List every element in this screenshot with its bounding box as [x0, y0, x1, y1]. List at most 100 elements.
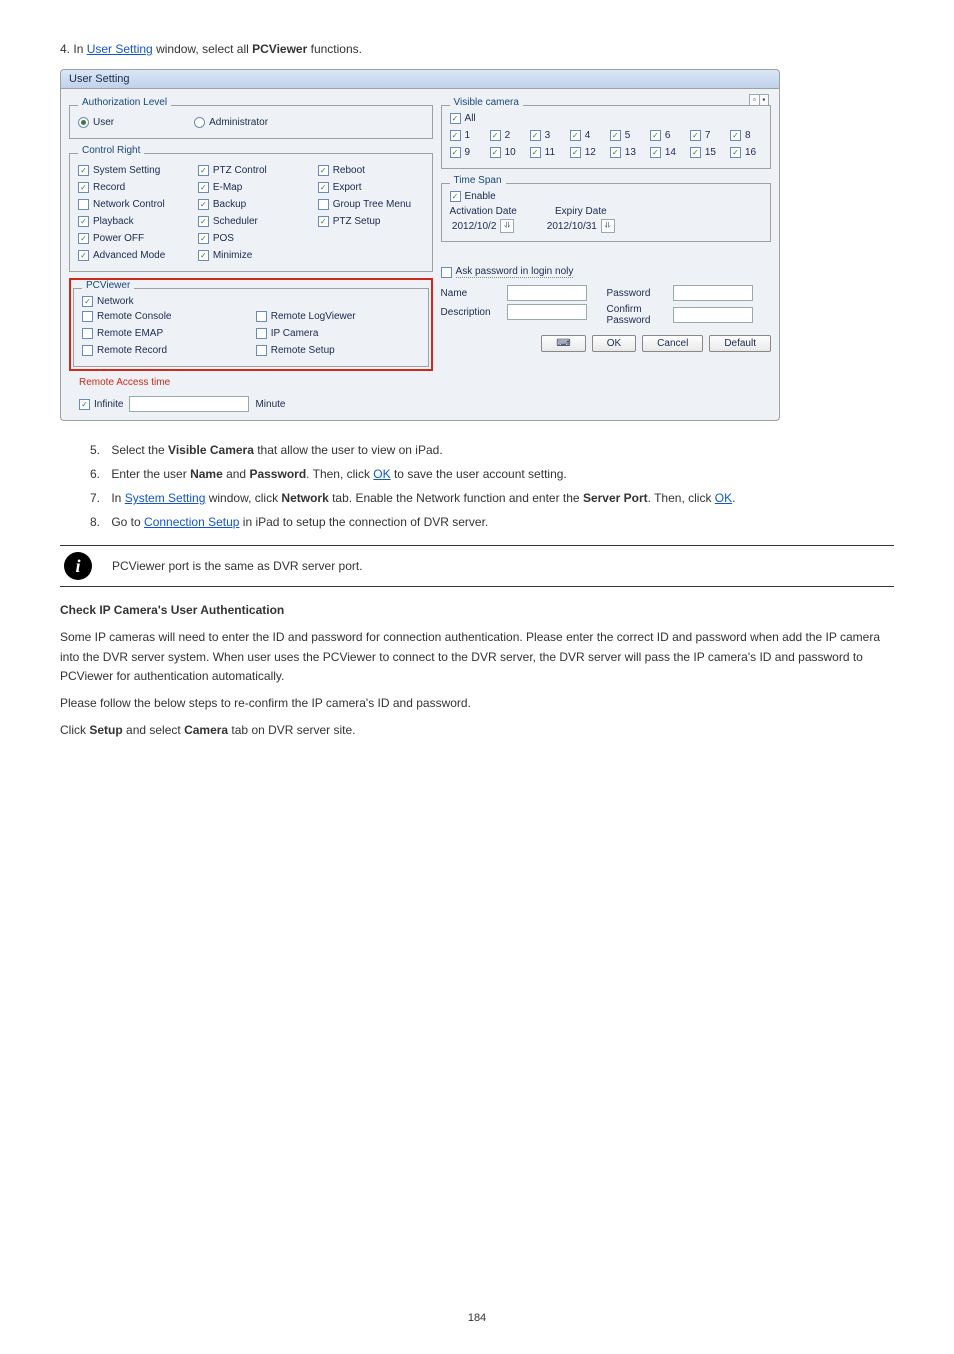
- control-right-item[interactable]: Group Tree Menu: [318, 199, 424, 210]
- camera-checkbox[interactable]: 15: [690, 147, 722, 158]
- control-right-item[interactable]: E-Map: [198, 182, 304, 193]
- exp-label: Expiry Date: [555, 206, 607, 217]
- camera-checkbox[interactable]: 1: [450, 130, 482, 141]
- act-label: Activation Date: [450, 206, 517, 217]
- connection-setup-link[interactable]: Connection Setup: [144, 515, 239, 529]
- ok-link-2[interactable]: OK: [715, 491, 732, 505]
- txt2: window, select all: [156, 42, 252, 56]
- control-right-item[interactable]: Record: [78, 182, 184, 193]
- pcviewer-item[interactable]: Remote Console: [82, 311, 246, 322]
- camera-checkbox[interactable]: 8: [730, 130, 762, 141]
- instruction-list: 5. Select the Visible Camera that allow …: [60, 441, 894, 531]
- ok-link[interactable]: OK: [373, 467, 390, 481]
- confirm-input[interactable]: [673, 307, 753, 323]
- camera-checkbox[interactable]: 3: [530, 130, 562, 141]
- exp-date-btn[interactable]: ⥥: [601, 219, 615, 233]
- keyboard-icon-button[interactable]: ⌨: [541, 335, 585, 352]
- control-right-item[interactable]: Advanced Mode: [78, 250, 184, 261]
- control-right-item[interactable]: Scheduler: [198, 216, 304, 227]
- confirm-label: Confirm Password: [607, 304, 667, 326]
- camera-checkbox[interactable]: 6: [650, 130, 682, 141]
- control-right-item[interactable]: Network Control: [78, 199, 184, 210]
- enable-checkbox[interactable]: Enable: [450, 191, 762, 202]
- all-checkbox[interactable]: All: [450, 113, 762, 124]
- exp-date: 2012/10/31: [547, 221, 597, 232]
- name-label: Name: [441, 288, 501, 299]
- pwd-input[interactable]: [673, 285, 753, 301]
- name-input[interactable]: [507, 285, 587, 301]
- act-date-btn[interactable]: ⥥: [500, 219, 514, 233]
- section-p1: Some IP cameras will need to enter the I…: [60, 628, 894, 686]
- control-right-item: [318, 250, 424, 261]
- control-right-item[interactable]: PTZ Setup: [318, 216, 424, 227]
- timespan-group: Time Span Enable Activation Date 2012/10…: [441, 183, 771, 242]
- ask-pwd-checkbox[interactable]: Ask password in login noly: [441, 266, 771, 278]
- dialog-title: User Setting: [61, 70, 779, 89]
- txt: In: [73, 42, 86, 56]
- network-checkbox[interactable]: Network: [82, 296, 420, 307]
- item-7: 7. In System Setting window, click Netwo…: [90, 489, 894, 507]
- default-button[interactable]: Default: [709, 335, 771, 352]
- cr-legend: Control Right: [78, 145, 144, 156]
- pcv-bold: PCViewer: [252, 42, 307, 56]
- camera-checkbox[interactable]: 10: [490, 147, 522, 158]
- pcviewer-item[interactable]: Remote LogViewer: [256, 311, 420, 322]
- note-text: PCViewer port is the same as DVR server …: [112, 559, 363, 573]
- camera-checkbox[interactable]: 11: [530, 147, 562, 158]
- pwd-label: Password: [607, 288, 667, 299]
- visible-camera-group: Visible camera All 123456789101112131415…: [441, 105, 771, 169]
- system-setting-link[interactable]: System Setting: [125, 491, 206, 505]
- auth-level-group: Authorization Level User Administrator: [69, 105, 433, 139]
- item-6: 6. Enter the user Name and Password. The…: [90, 465, 894, 483]
- pcviewer-item[interactable]: Remote EMAP: [82, 328, 246, 339]
- pcviewer-group: PCViewer Network Remote ConsoleRemote Lo…: [73, 288, 429, 367]
- control-right-item[interactable]: Minimize: [198, 250, 304, 261]
- pcviewer-highlight: PCViewer Network Remote Console Remote Lo…: [69, 278, 433, 371]
- camera-checkbox[interactable]: 13: [610, 147, 642, 158]
- camera-checkbox[interactable]: 4: [570, 130, 602, 141]
- item-8: 8. Go to Connection Setup in iPad to set…: [90, 513, 894, 531]
- act-date: 2012/10/2: [452, 221, 497, 232]
- ts-legend: Time Span: [450, 175, 506, 186]
- page-number: 184: [468, 1312, 486, 1324]
- desc-label: Description: [441, 307, 501, 318]
- camera-checkbox[interactable]: 9: [450, 147, 482, 158]
- minute-input[interactable]: [129, 396, 249, 412]
- txt3: functions.: [311, 42, 362, 56]
- prelude-line: 4. In User Setting window, select all PC…: [60, 40, 894, 59]
- control-right-item[interactable]: POS: [198, 233, 304, 244]
- pcviewer-item[interactable]: Remote Record: [82, 345, 246, 356]
- section-title: Check IP Camera's User Authentication: [60, 603, 284, 617]
- section-p2: Please follow the below steps to re-conf…: [60, 694, 894, 713]
- minute-label: Minute: [255, 399, 285, 410]
- camera-checkbox[interactable]: 7: [690, 130, 722, 141]
- desc-input[interactable]: [507, 304, 587, 320]
- camera-checkbox[interactable]: 5: [610, 130, 642, 141]
- camera-checkbox[interactable]: 2: [490, 130, 522, 141]
- control-right-item[interactable]: Power OFF: [78, 233, 184, 244]
- camera-checkbox[interactable]: 16: [730, 147, 762, 158]
- control-right-item[interactable]: Backup: [198, 199, 304, 210]
- control-right-item[interactable]: PTZ Control: [198, 165, 304, 176]
- section-p3: Click Setup and select Camera tab on DVR…: [60, 721, 894, 740]
- cancel-button[interactable]: Cancel: [642, 335, 703, 352]
- control-right-item[interactable]: Export: [318, 182, 424, 193]
- control-right-item: [318, 233, 424, 244]
- pcviewer-item[interactable]: Remote Setup: [256, 345, 420, 356]
- control-right-item[interactable]: Reboot: [318, 165, 424, 176]
- user-setting-dialog: User Setting ▫▪ Authorization Level User…: [60, 69, 780, 421]
- pcviewer-item[interactable]: IP Camera: [256, 328, 420, 339]
- admin-radio[interactable]: Administrator: [194, 117, 268, 128]
- rat-label: Remote Access time: [79, 377, 433, 388]
- section: Check IP Camera's User Authentication So…: [60, 601, 894, 740]
- camera-checkbox[interactable]: 12: [570, 147, 602, 158]
- control-right-item[interactable]: Playback: [78, 216, 184, 227]
- pcv-legend: PCViewer: [82, 280, 134, 291]
- camera-checkbox[interactable]: 14: [650, 147, 682, 158]
- user-radio[interactable]: User: [78, 117, 114, 128]
- info-icon: i: [64, 552, 92, 580]
- control-right-item[interactable]: System Setting: [78, 165, 184, 176]
- user-setting-link[interactable]: User Setting: [87, 42, 153, 56]
- infinite-checkbox[interactable]: Infinite: [79, 399, 123, 410]
- ok-button[interactable]: OK: [592, 335, 636, 352]
